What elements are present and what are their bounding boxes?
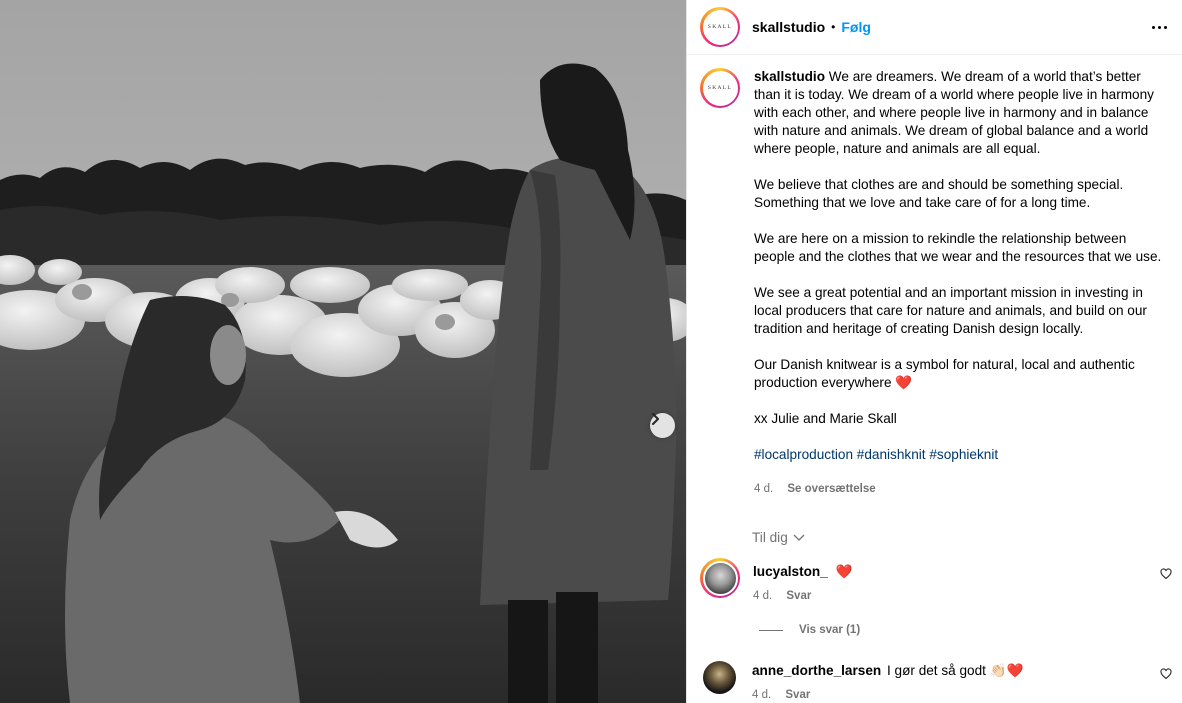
caption-username[interactable]: skallstudio [754,69,825,84]
comments-sort-label: Til dig [752,530,788,545]
caption-paragraph: skallstudio We are dreamers. We dream of… [754,68,1164,158]
view-replies-label: Vis svar (1) [799,624,861,636]
caption-paragraph: We see a great potential and an importan… [754,285,1147,336]
comments-sort-dropdown[interactable]: Til dig [752,530,806,545]
view-replies-button[interactable]: Vis svar (1) [759,624,860,636]
hashtag-link[interactable]: #sophieknit [929,447,998,462]
caption-timestamp[interactable]: 4 d. [754,483,773,495]
avatar-logo-text: SKALL [702,9,738,45]
follow-button[interactable]: Følg [841,19,871,35]
heart-emoji: ❤️ [895,375,913,390]
caption-paragraph-text: Our Danish knitwear is a symbol for natu… [754,357,1135,390]
replies-divider-line [759,629,783,631]
reply-button[interactable]: Svar [785,689,810,701]
more-dot [1163,25,1167,29]
comment-timestamp[interactable]: 4 d. [752,689,771,701]
comment-text: I gør det så godt 👏🏻❤️ [886,663,1024,678]
comment-avatar[interactable] [700,558,740,598]
caption-paragraph: We believe that clothes are and should b… [754,177,1124,210]
comment-timestamp[interactable]: 4 d. [753,590,772,602]
comment-body: lucyalston_ ❤️ 4 d. Svar [753,558,1172,605]
caption-signature: xx Julie and Marie Skall [754,411,897,426]
profile-avatar[interactable]: SKALL [700,7,740,47]
comment-avatar[interactable] [703,661,736,694]
more-options-button[interactable] [1148,17,1170,37]
next-image-button[interactable] [650,413,675,438]
caption-text: skallstudio We are dreamers. We dream of… [754,68,1164,498]
caption-hashtags: #localproduction #danishknit #sophieknit [754,446,1164,464]
avatar-photo [702,560,738,596]
post-image[interactable] [0,0,686,703]
comment-body: anne_dorthe_larsen I gør det så godt 👏🏻❤… [752,658,1172,703]
like-comment-heart-icon[interactable] [1160,668,1172,680]
reply-button[interactable]: Svar [786,590,811,602]
post-username[interactable]: skallstudio [752,19,825,35]
caption-avatar[interactable]: SKALL [700,68,740,108]
comment-line: anne_dorthe_larsen I gør det så godt 👏🏻❤… [752,662,1172,680]
comment-username[interactable]: anne_dorthe_larsen [752,663,881,678]
chevron-right-icon [652,413,659,425]
caption: SKALL skallstudio We are dreamers. We dr… [700,68,1164,498]
more-dot [1157,25,1161,29]
comment-item: lucyalston_ ❤️ 4 d. Svar [700,558,1172,605]
like-comment-heart-icon[interactable] [1160,568,1172,580]
post-photo-scene [0,0,686,703]
caption-paragraph: We are here on a mission to rekindle the… [754,231,1162,264]
hashtag-link[interactable]: #localproduction [754,447,853,462]
comment-meta: 4 d. Svar [753,587,1172,605]
separator-dot: • [831,20,836,34]
post-header: SKALL skallstudio • Følg [687,0,1182,55]
post-sidebar: SKALL skallstudio • Følg SKALL skallstud… [686,0,1182,703]
see-translation-button[interactable]: Se oversættelse [787,483,875,495]
more-horizontal-icon [1151,25,1155,29]
chevron-down-icon [793,534,805,541]
caption-meta: 4 d. Se oversættelse [754,480,1164,498]
comment-text: ❤️ [835,564,853,579]
comment-meta: 4 d. Svar [752,686,1172,703]
comment-item: anne_dorthe_larsen I gør det så godt 👏🏻❤… [700,658,1172,703]
comment-line: lucyalston_ ❤️ [753,563,1172,581]
comment-username[interactable]: lucyalston_ [753,564,828,579]
hashtag-link[interactable]: #danishknit [857,447,926,462]
caption-paragraph: Our Danish knitwear is a symbol for natu… [754,356,1164,392]
avatar-logo-text: SKALL [702,70,738,106]
